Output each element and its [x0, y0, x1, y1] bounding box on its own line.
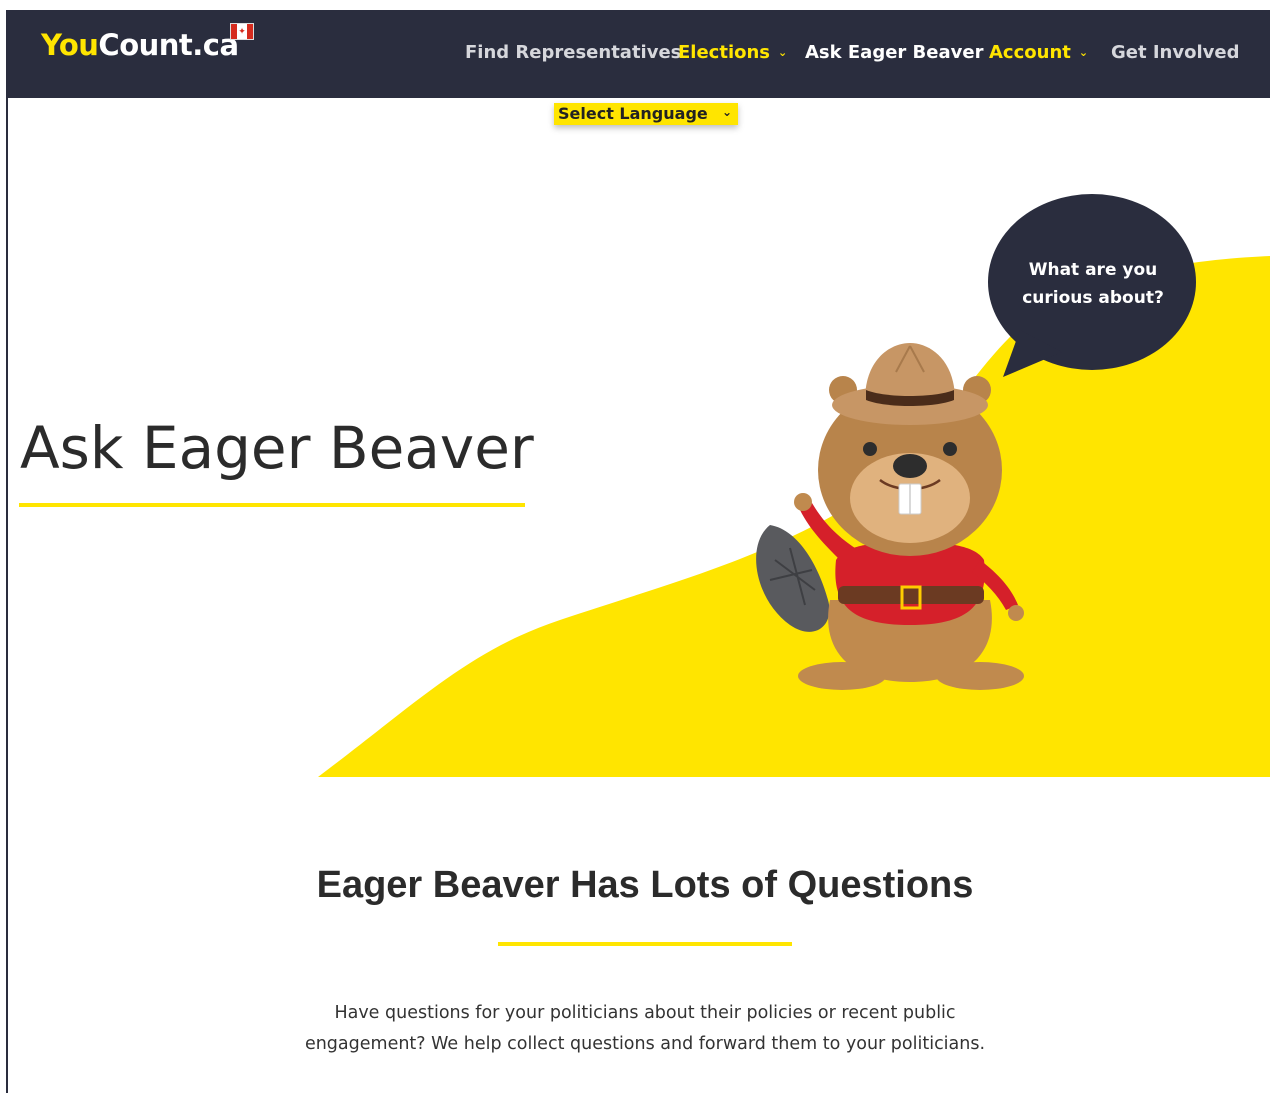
speech-bubble-text: What are you curious about?: [1005, 256, 1181, 312]
section-title-underline: [498, 942, 792, 946]
hero-title-underline: [19, 503, 525, 507]
hero-title: Ask Eager Beaver: [20, 414, 534, 482]
section-title: Eager Beaver Has Lots of Questions: [316, 864, 974, 906]
speech-bubble-line2: curious about?: [1022, 288, 1164, 308]
section-description: Have questions for your politicians abou…: [304, 1003, 986, 1054]
hero-graphic: [318, 194, 1270, 777]
speech-bubble-line1: What are you: [1028, 260, 1158, 280]
